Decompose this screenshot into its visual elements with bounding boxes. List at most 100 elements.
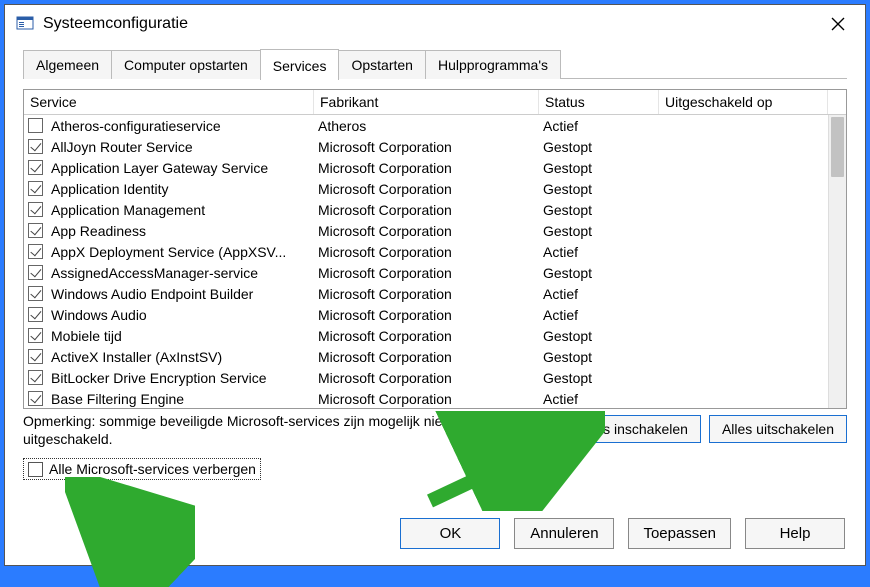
service-status: Actief xyxy=(539,307,659,323)
service-checkbox[interactable] xyxy=(28,223,43,238)
vertical-scrollbar[interactable] xyxy=(828,115,846,408)
services-note: Opmerking: sommige beveiligde Microsoft-… xyxy=(23,413,453,448)
list-header: Service Fabrikant Status Uitgeschakeld o… xyxy=(24,90,846,115)
service-checkbox[interactable] xyxy=(28,328,43,343)
service-status: Actief xyxy=(539,118,659,134)
table-row[interactable]: Application Management Microsoft Corporat… xyxy=(24,199,828,220)
service-name: ActiveX Installer (AxInstSV) xyxy=(47,349,226,365)
enable-disable-buttons: Alles inschakelen Alles uitschakelen xyxy=(567,415,847,448)
table-row[interactable]: Base Filtering Engine Microsoft Corporati… xyxy=(24,388,828,408)
service-checkbox[interactable] xyxy=(28,349,43,364)
service-manufacturer: Microsoft Corporation xyxy=(314,223,539,239)
service-manufacturer: Microsoft Corporation xyxy=(314,181,539,197)
table-row[interactable]: Windows Audio Microsoft CorporationActief xyxy=(24,304,828,325)
service-checkbox[interactable] xyxy=(28,286,43,301)
tab-general[interactable]: Algemeen xyxy=(23,50,112,79)
tab-services[interactable]: Services xyxy=(260,49,340,80)
help-button[interactable]: Help xyxy=(745,518,845,549)
service-name: Windows Audio Endpoint Builder xyxy=(47,286,257,302)
table-row[interactable]: AllJoyn Router Service Microsoft Corporat… xyxy=(24,136,828,157)
service-status: Actief xyxy=(539,286,659,302)
service-checkbox[interactable] xyxy=(28,244,43,259)
table-row[interactable]: AppX Deployment Service (AppXSV... Micros… xyxy=(24,241,828,262)
table-row[interactable]: AssignedAccessManager-serviceMicrosoft C… xyxy=(24,262,828,283)
close-icon xyxy=(831,17,845,31)
service-name: App Readiness xyxy=(47,223,150,239)
service-checkbox[interactable] xyxy=(28,370,43,385)
service-name: Application Layer Gateway Service xyxy=(47,160,272,176)
service-manufacturer: Microsoft Corporation xyxy=(314,139,539,155)
table-row[interactable]: Application Identity Microsoft Corporatio… xyxy=(24,178,828,199)
service-checkbox[interactable] xyxy=(28,202,43,217)
tab-boot[interactable]: Computer opstarten xyxy=(111,50,261,79)
close-button[interactable] xyxy=(821,10,855,38)
service-checkbox[interactable] xyxy=(28,307,43,322)
service-name: Mobiele tijd xyxy=(47,328,126,344)
service-status: Gestopt xyxy=(539,223,659,239)
table-row[interactable]: Atheros-configuratieservice AtherosActief xyxy=(24,115,828,136)
tab-content: Service Fabrikant Status Uitgeschakeld o… xyxy=(5,79,865,504)
service-name: Application Management xyxy=(47,202,209,218)
service-manufacturer: Microsoft Corporation xyxy=(314,370,539,386)
tab-tools[interactable]: Hulpprogramma's xyxy=(425,50,561,79)
below-list: Opmerking: sommige beveiligde Microsoft-… xyxy=(23,413,847,448)
service-status: Gestopt xyxy=(539,370,659,386)
ok-button[interactable]: OK xyxy=(400,518,500,549)
hide-microsoft-services-label: Alle Microsoft-services verbergen xyxy=(49,461,256,477)
table-row[interactable]: BitLocker Drive Encryption Service Micros… xyxy=(24,367,828,388)
tab-startup[interactable]: Opstarten xyxy=(338,50,425,79)
service-manufacturer: Microsoft Corporation xyxy=(314,202,539,218)
col-service[interactable]: Service xyxy=(24,90,314,114)
service-manufacturer: Atheros xyxy=(314,118,539,134)
cancel-button[interactable]: Annuleren xyxy=(514,518,614,549)
service-name: AppX Deployment Service (AppXSV... xyxy=(47,244,290,260)
col-status[interactable]: Status xyxy=(539,90,659,114)
enable-all-button[interactable]: Alles inschakelen xyxy=(567,415,701,443)
table-row[interactable]: Windows Audio Endpoint Builder Microsoft … xyxy=(24,283,828,304)
service-checkbox[interactable] xyxy=(28,118,43,133)
service-name: BitLocker Drive Encryption Service xyxy=(47,370,271,386)
service-name: Windows Audio xyxy=(47,307,151,323)
col-manufacturer[interactable]: Fabrikant xyxy=(314,90,539,114)
list-body: Atheros-configuratieserviceAtherosActief… xyxy=(24,115,828,408)
service-status: Actief xyxy=(539,391,659,407)
service-checkbox[interactable] xyxy=(28,181,43,196)
service-manufacturer: Microsoft Corporation xyxy=(314,307,539,323)
service-manufacturer: Microsoft Corporation xyxy=(314,391,539,407)
service-checkbox[interactable] xyxy=(28,391,43,406)
service-name: AssignedAccessManager-service xyxy=(47,265,262,281)
window-title: Systeemconfiguratie xyxy=(43,15,821,33)
service-name: Atheros-configuratieservice xyxy=(47,118,225,134)
titlebar: Systeemconfiguratie xyxy=(5,5,865,43)
service-status: Gestopt xyxy=(539,139,659,155)
checkbox-icon xyxy=(28,462,43,477)
service-status: Gestopt xyxy=(539,202,659,218)
msconfig-window: Systeemconfiguratie Algemeen Computer op… xyxy=(4,4,866,566)
col-scroll-spacer xyxy=(828,90,846,114)
table-row[interactable]: Mobiele tijdMicrosoft CorporationGestopt xyxy=(24,325,828,346)
service-status: Gestopt xyxy=(539,265,659,281)
table-row[interactable]: ActiveX Installer (AxInstSV) Microsoft Co… xyxy=(24,346,828,367)
service-manufacturer: Microsoft Corporation xyxy=(314,244,539,260)
service-manufacturer: Microsoft Corporation xyxy=(314,349,539,365)
table-row[interactable]: Application Layer Gateway Service Microso… xyxy=(24,157,828,178)
service-name: Application Identity xyxy=(47,181,173,197)
service-status: Gestopt xyxy=(539,349,659,365)
service-checkbox[interactable] xyxy=(28,139,43,154)
service-status: Gestopt xyxy=(539,181,659,197)
service-name: AllJoyn Router Service xyxy=(47,139,197,155)
service-name: Base Filtering Engine xyxy=(47,391,188,407)
apply-button[interactable]: Toepassen xyxy=(628,518,731,549)
service-manufacturer: Microsoft Corporation xyxy=(314,160,539,176)
scrollbar-thumb[interactable] xyxy=(831,117,844,177)
disable-all-button[interactable]: Alles uitschakelen xyxy=(709,415,847,443)
service-status: Gestopt xyxy=(539,160,659,176)
col-disabled-on[interactable]: Uitgeschakeld op xyxy=(659,90,828,114)
table-row[interactable]: App Readiness Microsoft CorporationGestop… xyxy=(24,220,828,241)
dialog-footer: OK Annuleren Toepassen Help xyxy=(5,504,865,565)
hide-microsoft-services-checkbox[interactable]: Alle Microsoft-services verbergen xyxy=(23,458,261,480)
service-status: Gestopt xyxy=(539,328,659,344)
service-manufacturer: Microsoft Corporation xyxy=(314,286,539,302)
service-checkbox[interactable] xyxy=(28,265,43,280)
service-checkbox[interactable] xyxy=(28,160,43,175)
